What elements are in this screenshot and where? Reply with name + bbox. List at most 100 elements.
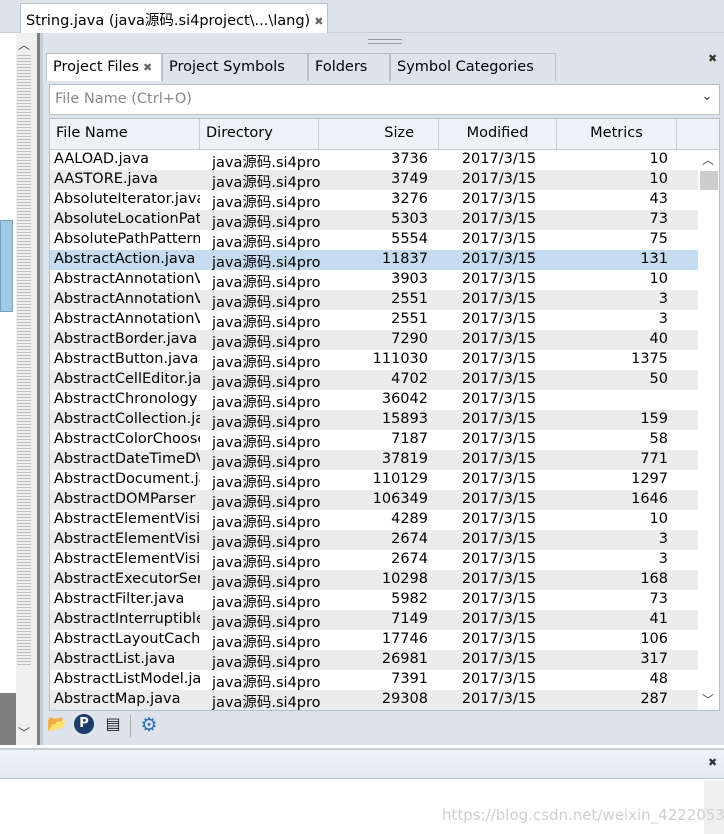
cell-modified: 2017/3/15: [461, 451, 537, 467]
scroll-down-icon[interactable]: ﹀: [18, 724, 30, 741]
tab-symbol-categories[interactable]: Symbol Categories: [390, 53, 556, 81]
table-row[interactable]: AbstractDateTimeDV java源码.si4pro 37819 2017…: [50, 450, 698, 470]
table-row[interactable]: AbstractLayoutCache java源码.si4pro 17746 201…: [50, 630, 698, 650]
table-row[interactable]: AbstractChronology java源码.si4pro 36042 2017…: [50, 390, 698, 410]
cell-metrics: 10: [649, 151, 668, 167]
table-row[interactable]: AbstractElementVisitor java源码.si4pro 2674 2…: [50, 530, 698, 550]
table-row[interactable]: AbstractElementVisitor java源码.si4pro 4289 2…: [50, 510, 698, 530]
table-row[interactable]: AbstractListModel.java java源码.si4pro 7391 2…: [50, 670, 698, 690]
scrollbar-thumb[interactable]: [700, 171, 718, 190]
table-row[interactable]: AbstractButton.java java源码.si4pro 111030 20…: [50, 350, 698, 370]
cell-file-name: AbstractDateTimeDV: [54, 451, 200, 467]
table-row[interactable]: AbstractAnnotationV java源码.si4pro 3903 2017…: [50, 270, 698, 290]
column-directory[interactable]: Directory: [200, 119, 319, 150]
cell-directory: java源码.si4pro: [212, 275, 320, 290]
table-row[interactable]: AbstractCellEditor.java java源码.si4pro 4702…: [50, 370, 698, 390]
cell-size: 10298: [381, 571, 428, 587]
cell-file-name: AbstractElementVisitor: [54, 531, 200, 547]
table-row[interactable]: AbstractAnnotationV java源码.si4pro 2551 2017…: [50, 290, 698, 310]
cell-size: 36042: [381, 391, 428, 407]
cell-size: 7187: [391, 431, 428, 447]
scroll-up-icon[interactable]: ︿: [702, 151, 714, 168]
cell-size: 15893: [381, 411, 428, 427]
cell-directory: java源码.si4pro: [212, 175, 320, 190]
table-scrollbar[interactable]: [698, 150, 719, 710]
document-tab[interactable]: String.java (java源码.si4project\...\lang)…: [20, 3, 328, 33]
column-file-name[interactable]: File Name: [50, 119, 200, 150]
table-row[interactable]: AbsoluteIterator.java java源码.si4pro 3276 20…: [50, 190, 698, 210]
cell-file-name: AbstractAction.java: [54, 251, 196, 267]
table-row[interactable]: AbstractList.java java源码.si4pro 26981 2017/…: [50, 650, 698, 670]
table-row[interactable]: AbstractExecutorService java源码.si4pro 1029…: [50, 570, 698, 590]
tab-project-symbols[interactable]: Project Symbols: [162, 53, 308, 81]
table-row[interactable]: AALOAD.java java源码.si4pro 3736 2017/3/15 10: [50, 150, 698, 170]
cell-directory: java源码.si4pro: [212, 555, 320, 570]
settings-gear-icon[interactable]: ⚙: [138, 714, 160, 738]
cell-metrics: 771: [640, 451, 668, 467]
table-row[interactable]: AbstractAnnotationV java源码.si4pro 2551 2017…: [50, 310, 698, 330]
cell-file-name: AbstractButton.java: [54, 351, 199, 367]
cell-directory: java源码.si4pro: [212, 535, 320, 550]
cell-modified: 2017/3/15: [461, 231, 537, 247]
cell-modified: 2017/3/15: [461, 251, 537, 267]
table-row[interactable]: AbsolutePathPattern java源码.si4pro 5554 2017…: [50, 230, 698, 250]
search-placeholder: File Name (Ctrl+O): [55, 91, 192, 107]
cell-directory: java源码.si4pro: [212, 335, 320, 350]
file-list-icon[interactable]: ▤: [102, 714, 124, 738]
column-size[interactable]: Size: [319, 119, 439, 150]
cell-directory: java源码.si4pro: [212, 635, 320, 650]
cell-size: 3736: [391, 151, 428, 167]
document-tab-title: String.java (java源码.si4project\...\lang): [26, 13, 311, 29]
cell-modified: 2017/3/15: [461, 211, 537, 227]
column-metrics[interactable]: Metrics: [557, 119, 677, 150]
cell-directory: java源码.si4pro: [212, 255, 320, 270]
close-icon[interactable]: ✖: [708, 756, 717, 769]
open-project-icon[interactable]: 📂: [46, 714, 68, 738]
scroll-up-icon[interactable]: ︿: [18, 36, 30, 53]
scroll-down-icon[interactable]: ﹀: [702, 691, 714, 708]
close-icon[interactable]: ✖: [708, 52, 717, 65]
file-name-search-input[interactable]: File Name (Ctrl+O) ⌄: [49, 84, 720, 115]
table-row[interactable]: AbstractElementVisitor java源码.si4pro 2674 2…: [50, 550, 698, 570]
cell-file-name: AbstractFilter.java: [54, 591, 185, 607]
column-modified[interactable]: Modified: [439, 119, 557, 150]
close-icon[interactable]: ✖: [143, 61, 152, 74]
tab-label: Project Files: [53, 59, 140, 75]
cell-file-name: AbstractMap.java: [54, 691, 181, 707]
cell-modified: 2017/3/15: [461, 531, 537, 547]
table-row[interactable]: AbstractFilter.java java源码.si4pro 5982 2017…: [50, 590, 698, 610]
cell-metrics: 58: [649, 431, 668, 447]
cell-file-name: AbstractDocument.java: [54, 471, 200, 487]
cell-modified: 2017/3/15: [461, 311, 537, 327]
table-row[interactable]: AbstractInterruptible java源码.si4pro 7149 20…: [50, 610, 698, 630]
add-project-icon[interactable]: P: [74, 714, 94, 734]
table-row[interactable]: AASTORE.java java源码.si4pro 3749 2017/3/15 10: [50, 170, 698, 190]
table-row[interactable]: AbstractAction.java java源码.si4pro 11837 201…: [50, 250, 698, 270]
table-row[interactable]: AbstractDOMParser java源码.si4pro 106349 2017…: [50, 490, 698, 510]
cell-size: 37819: [381, 451, 428, 467]
chevron-down-icon[interactable]: ⌄: [695, 89, 719, 104]
cell-metrics: 10: [649, 511, 668, 527]
table-row[interactable]: AbstractColorChooser java源码.si4pro 7187 201…: [50, 430, 698, 450]
editor-highlight: [0, 220, 13, 312]
table-row[interactable]: AbstractBorder.java java源码.si4pro 7290 2017…: [50, 330, 698, 350]
table-row[interactable]: AbsoluteLocationPath java源码.si4pro 5303 201…: [50, 210, 698, 230]
cell-directory: java源码.si4pro: [212, 595, 320, 610]
cell-modified: 2017/3/15: [461, 591, 537, 607]
editor-area[interactable]: [0, 33, 16, 693]
table-row[interactable]: AbstractCollection.java java源码.si4pro 1589…: [50, 410, 698, 430]
drag-handle[interactable]: [368, 39, 402, 44]
cell-modified: 2017/3/15: [461, 391, 537, 407]
cell-metrics: 43: [649, 191, 668, 207]
cell-metrics: 131: [640, 251, 668, 267]
cell-file-name: AbstractInterruptible: [54, 611, 200, 627]
cell-size: 7149: [391, 611, 428, 627]
cell-directory: java源码.si4pro: [212, 315, 320, 330]
close-icon[interactable]: ✖: [314, 15, 323, 28]
cell-file-name: AbsolutePathPattern: [54, 231, 200, 247]
tab-folders[interactable]: Folders: [308, 53, 390, 81]
table-row[interactable]: AbstractMap.java java源码.si4pro 29308 2017/3…: [50, 690, 698, 710]
table-row[interactable]: AbstractDocument.java java源码.si4pro 110129…: [50, 470, 698, 490]
tab-project-files[interactable]: Project Files ✖: [46, 53, 162, 81]
cell-metrics: 3: [658, 551, 668, 567]
